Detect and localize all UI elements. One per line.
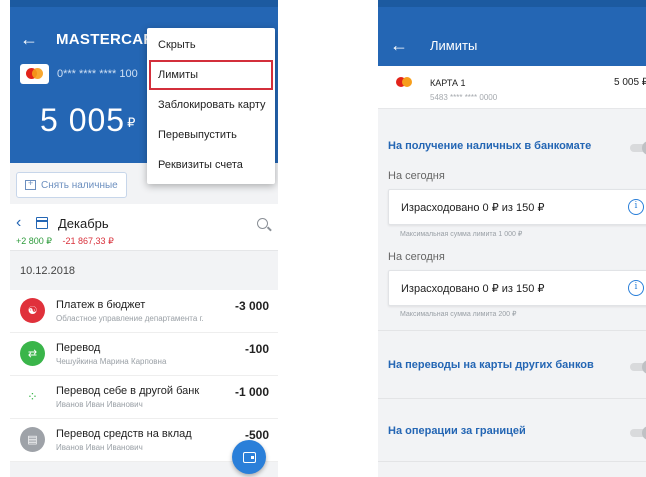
transaction-row[interactable]: ⇄ Перевод Чешуйкина Марина Карповна -100: [10, 333, 278, 376]
limits-list-bottom: На операции за границей: [378, 411, 646, 477]
date-header: 10.12.2018: [10, 250, 278, 290]
toggle-abroad-limit[interactable]: [630, 426, 646, 440]
limits-screen: ← Лимиты КАРТА 1 5483 **** **** 0000 5 0…: [378, 0, 646, 477]
transaction-name: Перевод: [56, 342, 101, 354]
deposit-icon: ▤: [20, 427, 45, 452]
withdraw-cash-button[interactable]: Снять наличные: [16, 172, 127, 198]
transaction-subtitle: Областное управление департамента г.: [56, 314, 204, 323]
limit-cash-today-2[interactable]: Израсходовано 0 ₽ из 150 ₽ i: [388, 270, 646, 306]
menu-item-reissue[interactable]: Перевыпустить: [147, 120, 275, 150]
transaction-name: Платеж в бюджет: [56, 299, 146, 311]
mastercard-logo-icon: [20, 64, 49, 84]
transaction-name: Перевод средств на вклад: [56, 428, 192, 440]
menu-item-hide[interactable]: Скрыть: [147, 30, 275, 60]
transaction-row[interactable]: ☯ Платеж в бюджет Областное управление д…: [10, 290, 278, 333]
page-title: Лимиты: [430, 38, 478, 53]
limits-list: На получение наличных в банкомате На сег…: [378, 109, 646, 411]
card-name: КАРТА 1: [430, 78, 466, 88]
transaction-amount: -3 000: [234, 299, 269, 313]
section-title-abroad: На операции за границей: [388, 425, 526, 437]
section-title-cash: На получение наличных в банкомате: [388, 140, 592, 152]
today-label: На сегодня: [388, 170, 445, 182]
cash-icon: [25, 178, 36, 190]
limit-cash-today[interactable]: Израсходовано 0 ₽ из 150 ₽ i: [388, 189, 646, 225]
transaction-subtitle: Иванов Иван Иванович: [56, 443, 143, 452]
info-icon[interactable]: i: [628, 280, 644, 296]
today-label: На сегодня: [388, 251, 445, 263]
overflow-menu: Скрыть Лимиты Заблокировать карту Перевы…: [147, 28, 275, 184]
status-bar: [378, 0, 646, 7]
toggle-transfers-limit[interactable]: [630, 360, 646, 374]
expense-total: -21 867,33 ₽: [62, 236, 114, 246]
info-icon[interactable]: i: [628, 199, 644, 215]
card-balance: 5 005 ₽: [40, 102, 137, 138]
divider: [378, 330, 646, 331]
card-balance: 5 005 ₽: [614, 77, 646, 88]
limit-spent: Израсходовано 0 ₽ из 150 ₽: [401, 283, 545, 295]
card-number: 5483 **** **** 0000: [430, 93, 498, 102]
transaction-name: Перевод себе в другой банк: [56, 385, 200, 397]
status-bar: [10, 0, 278, 7]
month-selector: ‹ Декабрь +2 800 ₽ -21 867,33 ₽: [10, 204, 278, 250]
wallet-icon: [242, 451, 256, 463]
limit-max: Максимальная сумма лимита 1 000 ₽: [400, 231, 523, 238]
menu-item-account-details[interactable]: Реквизиты счета: [147, 150, 275, 180]
limit-max: Максимальная сумма лимита 200 ₽: [400, 311, 517, 318]
search-icon[interactable]: [257, 217, 268, 229]
transaction-amount: -1 000: [234, 385, 269, 399]
section-title-transfers: На переводы на карты других банков: [388, 359, 594, 371]
card-summary[interactable]: КАРТА 1 5483 **** **** 0000 5 005 ₽: [378, 66, 646, 109]
card-screen: ← MASTERCARD 0*** **** **** 100 5 005₽ С…: [10, 0, 278, 477]
mastercard-logo-icon: [394, 75, 416, 89]
divider: [378, 461, 646, 462]
wallet-fab-button[interactable]: [232, 440, 266, 474]
menu-item-limits[interactable]: Лимиты: [149, 60, 273, 90]
transaction-amount: -100: [244, 342, 269, 356]
chevron-left-icon[interactable]: ‹: [16, 214, 30, 232]
calendar-icon[interactable]: [36, 217, 48, 229]
transaction-row[interactable]: ⁘ Перевод себе в другой банк Иванов Иван…: [10, 376, 278, 419]
month-label: Декабрь: [58, 215, 109, 231]
toggle-cash-limit[interactable]: [630, 141, 646, 155]
loading-icon: ⁘: [20, 384, 45, 409]
card-number: 0*** **** **** 100: [57, 68, 138, 80]
back-arrow-icon[interactable]: ←: [20, 29, 46, 50]
limit-spent: Израсходовано 0 ₽ из 150 ₽: [401, 202, 545, 214]
menu-item-block-card[interactable]: Заблокировать карту: [147, 90, 275, 120]
transfer-icon: ⇄: [20, 341, 45, 366]
transaction-subtitle: Чешуйкина Марина Карповна: [56, 357, 167, 366]
withdraw-cash-label: Снять наличные: [41, 179, 118, 191]
transaction-subtitle: Иванов Иван Иванович: [56, 400, 143, 409]
income-total: +2 800 ₽: [16, 236, 53, 246]
limits-header: ← Лимиты: [378, 7, 646, 66]
budget-icon: ☯: [20, 298, 45, 323]
divider: [378, 398, 646, 399]
back-arrow-icon[interactable]: ←: [390, 35, 416, 56]
